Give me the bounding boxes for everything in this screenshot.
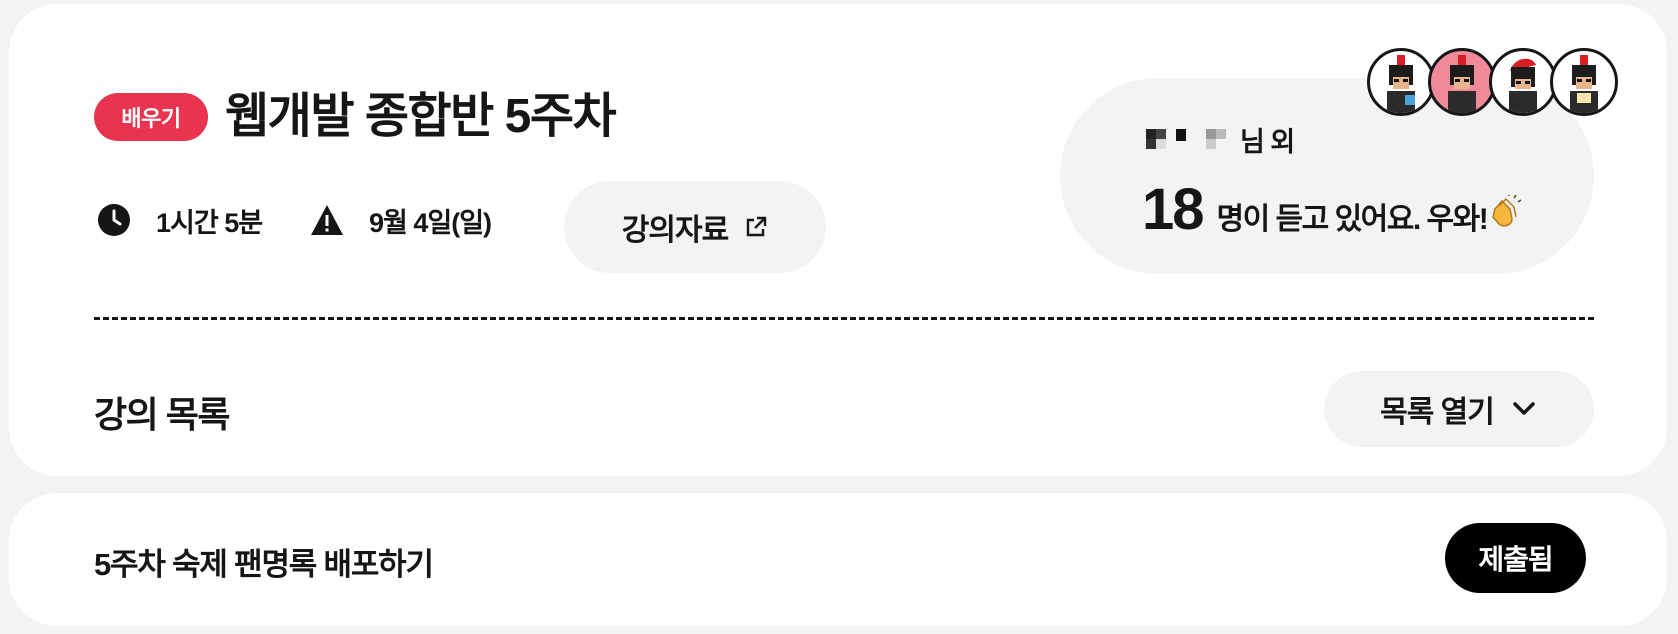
listener-avatars	[1367, 48, 1618, 116]
avatar-icon	[1550, 48, 1618, 116]
duration-text: 1시간 5분	[156, 207, 263, 238]
lecture-materials-label: 강의자료	[621, 214, 729, 247]
lecture-list-title: 강의 목록	[94, 394, 230, 435]
open-list-button[interactable]: 목록 열기	[1324, 371, 1594, 447]
lecture-materials-button[interactable]: 강의자료	[564, 181, 826, 273]
avatar-icon	[1489, 48, 1557, 116]
names-suffix: 님 외	[1240, 126, 1295, 157]
listener-count-text: 명이 듣고 있어요. 우와!	[1216, 203, 1489, 236]
clock-icon	[94, 200, 134, 240]
homework-title: 5주차 숙제 팬명록 배포하기	[94, 547, 434, 582]
homework-card[interactable]: 5주차 숙제 팬명록 배포하기 제출됨	[9, 493, 1667, 626]
listener-names: 님 외	[1146, 122, 1295, 157]
submitted-badge[interactable]: 제출됨	[1445, 523, 1586, 593]
external-link-icon	[744, 215, 768, 239]
due-date: 9월 4일(일)	[307, 200, 492, 240]
avatar-icon	[1428, 48, 1496, 116]
open-list-label: 목록 열기	[1380, 396, 1495, 429]
chevron-down-icon	[1510, 395, 1538, 423]
avatar-icon	[1367, 48, 1435, 116]
blurred-names	[1146, 123, 1238, 155]
listener-count-line: 18 명이 듣고 있어요. 우와!	[1142, 176, 1522, 246]
clap-icon	[1487, 193, 1522, 229]
listener-count: 18	[1142, 177, 1204, 242]
warning-icon	[307, 200, 347, 240]
due-date-text: 9월 4일(일)	[369, 207, 492, 238]
duration: 1시간 5분	[94, 200, 263, 240]
section-divider	[94, 317, 1594, 320]
learn-badge: 배우기	[94, 93, 208, 141]
lecture-title: 웹개발 종합반 5주차	[225, 90, 617, 143]
lecture-card: 배우기 웹개발 종합반 5주차 1시간 5분 9월 4일(일) 강의자료 님 외…	[9, 4, 1667, 476]
